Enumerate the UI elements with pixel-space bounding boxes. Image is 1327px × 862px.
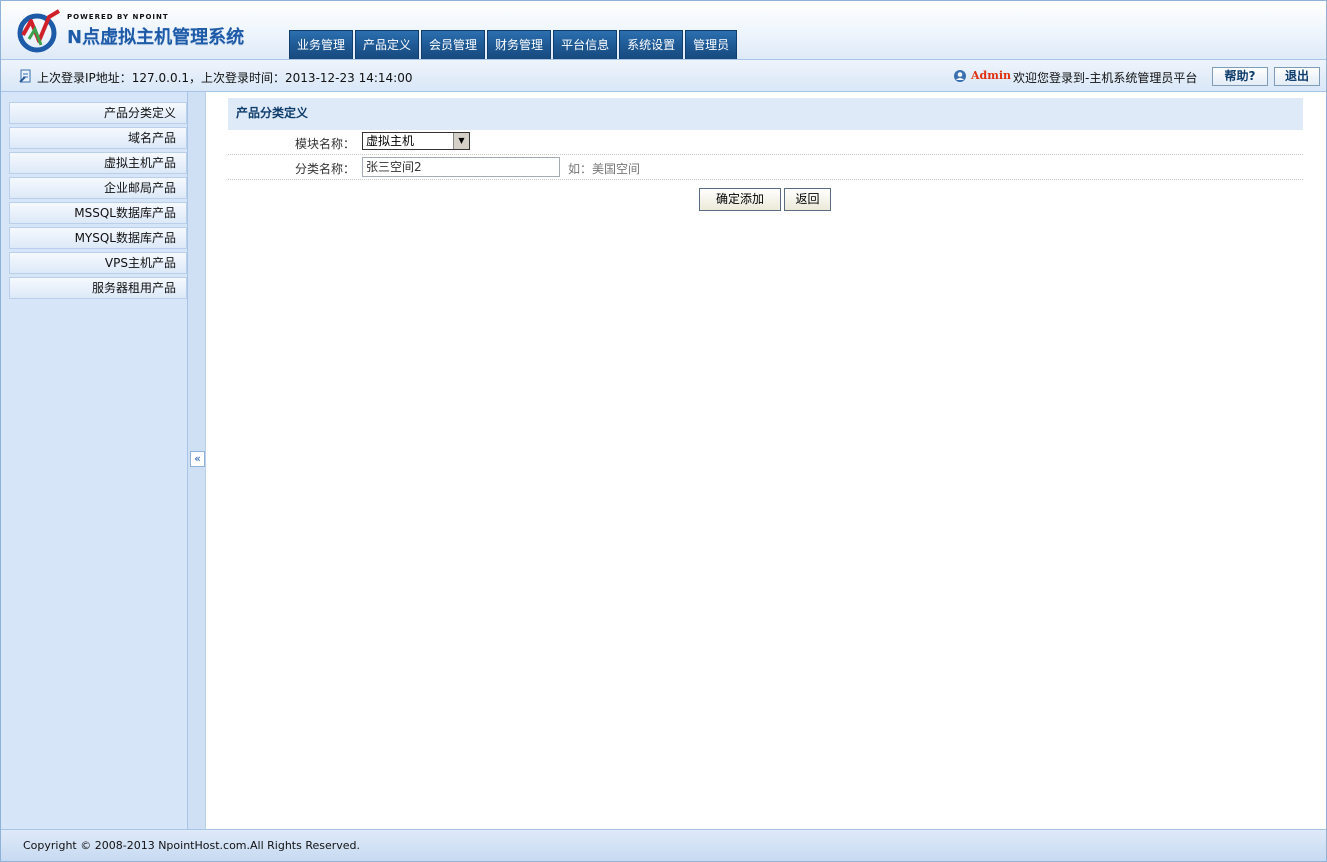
nav-tab-business[interactable]: 业务管理 <box>289 30 354 59</box>
logo-powered-text: POWERED BY NPOINT <box>67 13 169 21</box>
user-icon <box>954 70 966 82</box>
logo-name: N点虚拟主机管理系统 <box>67 27 245 48</box>
sidebar-item-product-category[interactable]: 产品分类定义 <box>9 102 187 124</box>
footer: Copyright © 2008-2013 NpointHost.com.All… <box>1 829 1326 861</box>
welcome-message: 欢迎您登录到-主机系统管理员平台 <box>1013 71 1198 85</box>
panel-title: 产品分类定义 <box>228 98 1303 130</box>
info-bar: 上次登录IP地址：127.0.0.1，上次登录时间：2013-12-23 14:… <box>1 59 1326 92</box>
confirm-add-button[interactable]: 确定添加 <box>699 188 781 211</box>
copyright-text: Copyright © 2008-2013 NpointHost.com.All… <box>23 839 361 852</box>
last-login-info: 上次登录IP地址：127.0.0.1，上次登录时间：2013-12-23 14:… <box>37 71 413 85</box>
sidebar-item-vps-product[interactable]: VPS主机产品 <box>9 252 187 274</box>
sidebar: 产品分类定义 域名产品 虚拟主机产品 企业邮局产品 MSSQL数据库产品 MYS… <box>1 92 188 829</box>
module-select-value: 虚拟主机 <box>366 134 415 148</box>
nav-tab-platform-info[interactable]: 平台信息 <box>553 30 618 59</box>
sidebar-item-enterprise-mail-product[interactable]: 企业邮局产品 <box>9 177 187 199</box>
chevron-down-icon[interactable]: ▼ <box>453 133 469 149</box>
logo-icon <box>17 9 61 53</box>
nav-tab-administrators[interactable]: 管理员 <box>685 30 738 59</box>
back-button[interactable]: 返回 <box>784 188 831 211</box>
nav-tab-system-settings[interactable]: 系统设置 <box>619 30 684 59</box>
help-button[interactable]: 帮助? <box>1212 67 1268 86</box>
header: POWERED BY NPOINT N点虚拟主机管理系统 业务管理 产品定义 会… <box>1 1 1326 59</box>
login-info-icon <box>19 69 31 83</box>
module-select[interactable]: 虚拟主机 ▼ <box>362 132 470 150</box>
category-row: 分类名称： 张三空间2 如：美国空间 <box>228 155 1303 180</box>
category-hint: 如：美国空间 <box>568 162 641 176</box>
nav-tab-product-definition[interactable]: 产品定义 <box>355 30 420 59</box>
admin-username: Admin <box>971 69 1012 82</box>
category-label: 分类名称： <box>294 162 355 176</box>
module-label: 模块名称： <box>294 137 355 151</box>
sidebar-item-server-rental-product[interactable]: 服务器租用产品 <box>9 277 187 299</box>
main-nav: 业务管理 产品定义 会员管理 财务管理 平台信息 系统设置 管理员 <box>289 30 739 59</box>
logout-button[interactable]: 退出 <box>1274 67 1320 86</box>
main-content: 产品分类定义 模块名称： 虚拟主机 ▼ 分类名称： 张三空间2 如：美国空间 确… <box>207 92 1326 829</box>
collapse-sidebar-button[interactable]: « <box>190 451 205 467</box>
module-row: 模块名称： 虚拟主机 ▼ <box>228 130 1303 155</box>
sidebar-item-virtual-host-product[interactable]: 虚拟主机产品 <box>9 152 187 174</box>
sidebar-item-mysql-product[interactable]: MYSQL数据库产品 <box>9 227 187 249</box>
nav-tab-finance[interactable]: 财务管理 <box>487 30 552 59</box>
sidebar-item-mssql-product[interactable]: MSSQL数据库产品 <box>9 202 187 224</box>
nav-tab-members[interactable]: 会员管理 <box>421 30 486 59</box>
category-name-input[interactable]: 张三空间2 <box>362 157 560 177</box>
logo: POWERED BY NPOINT N点虚拟主机管理系统 <box>15 9 260 53</box>
sidebar-item-domain-product[interactable]: 域名产品 <box>9 127 187 149</box>
